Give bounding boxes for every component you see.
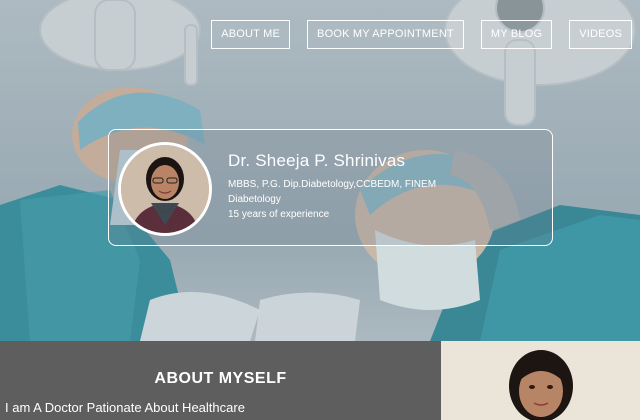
doctor-profile-card: Dr. Sheeja P. Shrinivas MBBS, P.G. Dip.D… <box>108 129 553 246</box>
nav-videos-button[interactable]: VIDEOS <box>569 20 632 49</box>
about-subtitle: I am A Doctor Pationate About Healthcare <box>5 400 245 415</box>
about-title: ABOUT MYSELF <box>154 370 287 387</box>
doctor-avatar <box>118 142 212 236</box>
doctor-name: Dr. Sheeja P. Shrinivas <box>228 151 406 170</box>
doctor-portrait-photo <box>441 341 640 420</box>
doctor-experience: 15 years of experience <box>228 209 330 220</box>
hero-banner: ABOUT ME BOOK MY APPOINTMENT MY BLOG VID… <box>0 0 640 341</box>
nav-book-appointment-button[interactable]: BOOK MY APPOINTMENT <box>307 20 464 49</box>
nav-about-me-button[interactable]: ABOUT ME <box>211 20 291 49</box>
about-section: ABOUT MYSELF I am A Doctor Pationate Abo… <box>0 341 441 420</box>
doctor-qualifications: MBBS, P.G. Dip.Diabetology,CCBEDM, FINEM <box>228 179 437 190</box>
top-navigation: ABOUT ME BOOK MY APPOINTMENT MY BLOG VID… <box>211 20 632 49</box>
doctor-specialty: Diabetology <box>228 194 281 205</box>
nav-my-blog-button[interactable]: MY BLOG <box>480 20 553 49</box>
